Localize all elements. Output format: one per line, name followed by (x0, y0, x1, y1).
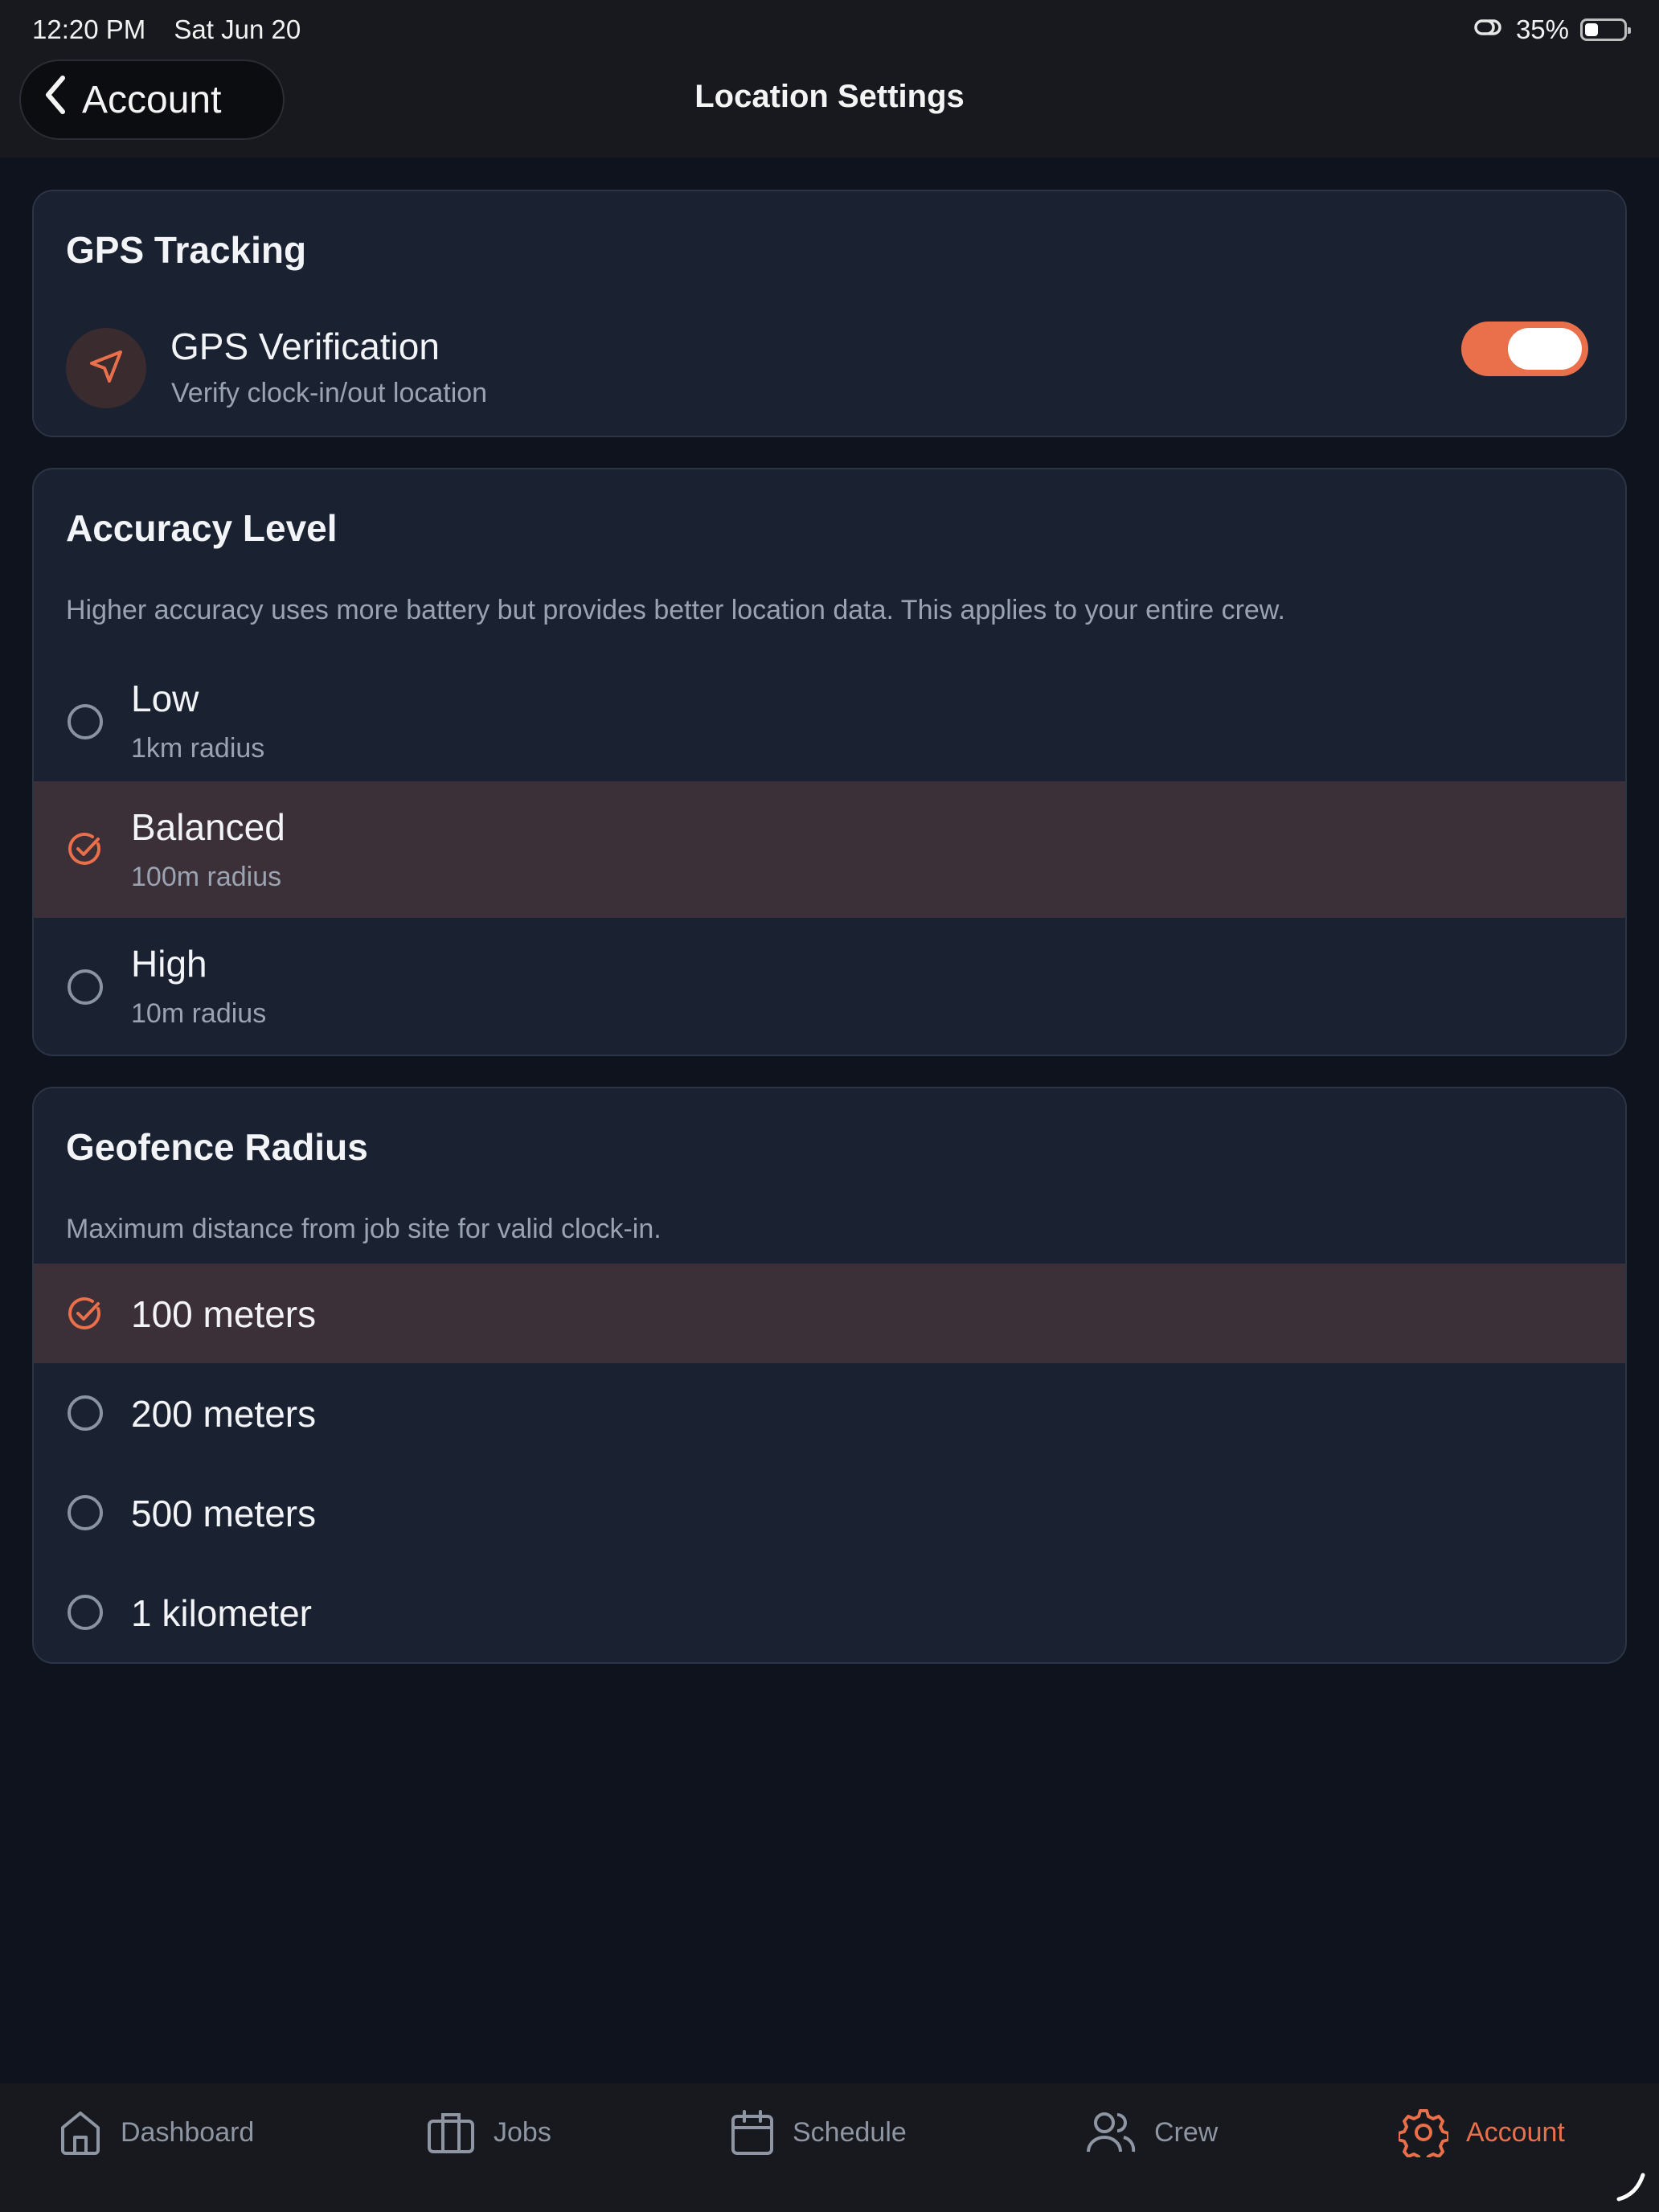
radio-unselected-icon (68, 969, 103, 1005)
status-bar: 12:20 PM Sat Jun 20 35% (32, 11, 1631, 48)
gps-verification-label: GPS Verification (170, 326, 440, 367)
option-label: Balanced (131, 806, 285, 848)
check-circle-icon (68, 1296, 100, 1329)
card-title-accuracy-level: Accuracy Level (66, 507, 338, 549)
card-title-gps-tracking: GPS Tracking (66, 229, 307, 271)
geofence-description: Maximum distance from job site for valid… (66, 1214, 662, 1244)
tab-label: Crew (1154, 2116, 1219, 2148)
geofence-option-200m[interactable]: 200 meters (34, 1363, 1625, 1463)
option-sub: 10m radius (131, 998, 267, 1029)
status-date: Sat Jun 20 (174, 14, 301, 44)
option-label: Low (131, 678, 199, 719)
geofence-radius-card: Geofence Radius Maximum distance from jo… (32, 1087, 1627, 1664)
geofence-option-100m[interactable]: 100 meters (34, 1264, 1625, 1363)
tab-label: Account (1466, 2116, 1565, 2148)
option-sub: 1km radius (131, 733, 265, 764)
gps-verification-toggle[interactable] (1461, 322, 1588, 376)
briefcase-icon (428, 2113, 474, 2153)
geofence-option-500m[interactable]: 500 meters (34, 1463, 1625, 1563)
status-time: 12:20 PM (32, 14, 146, 44)
gps-icon-container (66, 328, 146, 408)
page-title: Location Settings (694, 79, 965, 114)
radio-unselected-icon (68, 1495, 103, 1530)
battery-icon (1580, 18, 1631, 41)
tab-jobs[interactable]: Jobs (426, 2104, 551, 2161)
corner-indicator-icon (1616, 2173, 1645, 2202)
geofence-option-1km[interactable]: 1 kilometer (34, 1563, 1625, 1662)
tab-label: Jobs (494, 2116, 551, 2148)
check-circle-icon (68, 832, 100, 865)
gps-verification-description: Verify clock-in/out location (171, 378, 488, 408)
accuracy-option-low[interactable]: Low 1km radius (34, 653, 1625, 789)
battery-percent: 35% (1515, 14, 1569, 44)
option-label: 100 meters (131, 1293, 317, 1335)
home-icon (61, 2112, 100, 2155)
card-title-geofence-radius: Geofence Radius (66, 1126, 368, 1168)
accuracy-option-high[interactable]: High 10m radius (34, 918, 1625, 1055)
tab-label: Schedule (793, 2116, 907, 2148)
navigation-arrow-icon (87, 347, 125, 390)
option-label: High (131, 943, 207, 985)
bottom-tab-bar: Dashboard Jobs Schedule Crew Account (0, 2083, 1659, 2212)
radio-unselected-icon (68, 1595, 103, 1630)
option-sub: 100m radius (131, 862, 282, 892)
radio-unselected-icon (68, 1395, 103, 1431)
users-icon (1087, 2112, 1136, 2153)
option-label: 500 meters (131, 1493, 317, 1534)
toggle-knob (1508, 328, 1582, 370)
accuracy-description: Higher accuracy uses more battery but pr… (66, 595, 1285, 625)
accuracy-option-balanced[interactable]: Balanced 100m radius (34, 781, 1625, 918)
tab-account[interactable]: Account (1399, 2104, 1565, 2161)
option-label: 1 kilometer (131, 1592, 312, 1634)
gps-tracking-card: GPS Tracking GPS Verification Verify clo… (32, 190, 1627, 437)
tab-label: Dashboard (121, 2116, 255, 2148)
top-bar: 12:20 PM Sat Jun 20 35% Account Location… (0, 0, 1659, 158)
tab-schedule[interactable]: Schedule (730, 2104, 907, 2161)
accuracy-level-card: Accuracy Level Higher accuracy uses more… (32, 468, 1627, 1056)
radio-unselected-icon (68, 704, 103, 739)
tab-crew[interactable]: Crew (1085, 2104, 1218, 2161)
link-icon (1471, 14, 1505, 45)
tab-dashboard[interactable]: Dashboard (58, 2104, 254, 2161)
gear-icon (1399, 2109, 1448, 2157)
option-label: 200 meters (131, 1393, 317, 1435)
calendar-icon (731, 2110, 773, 2155)
